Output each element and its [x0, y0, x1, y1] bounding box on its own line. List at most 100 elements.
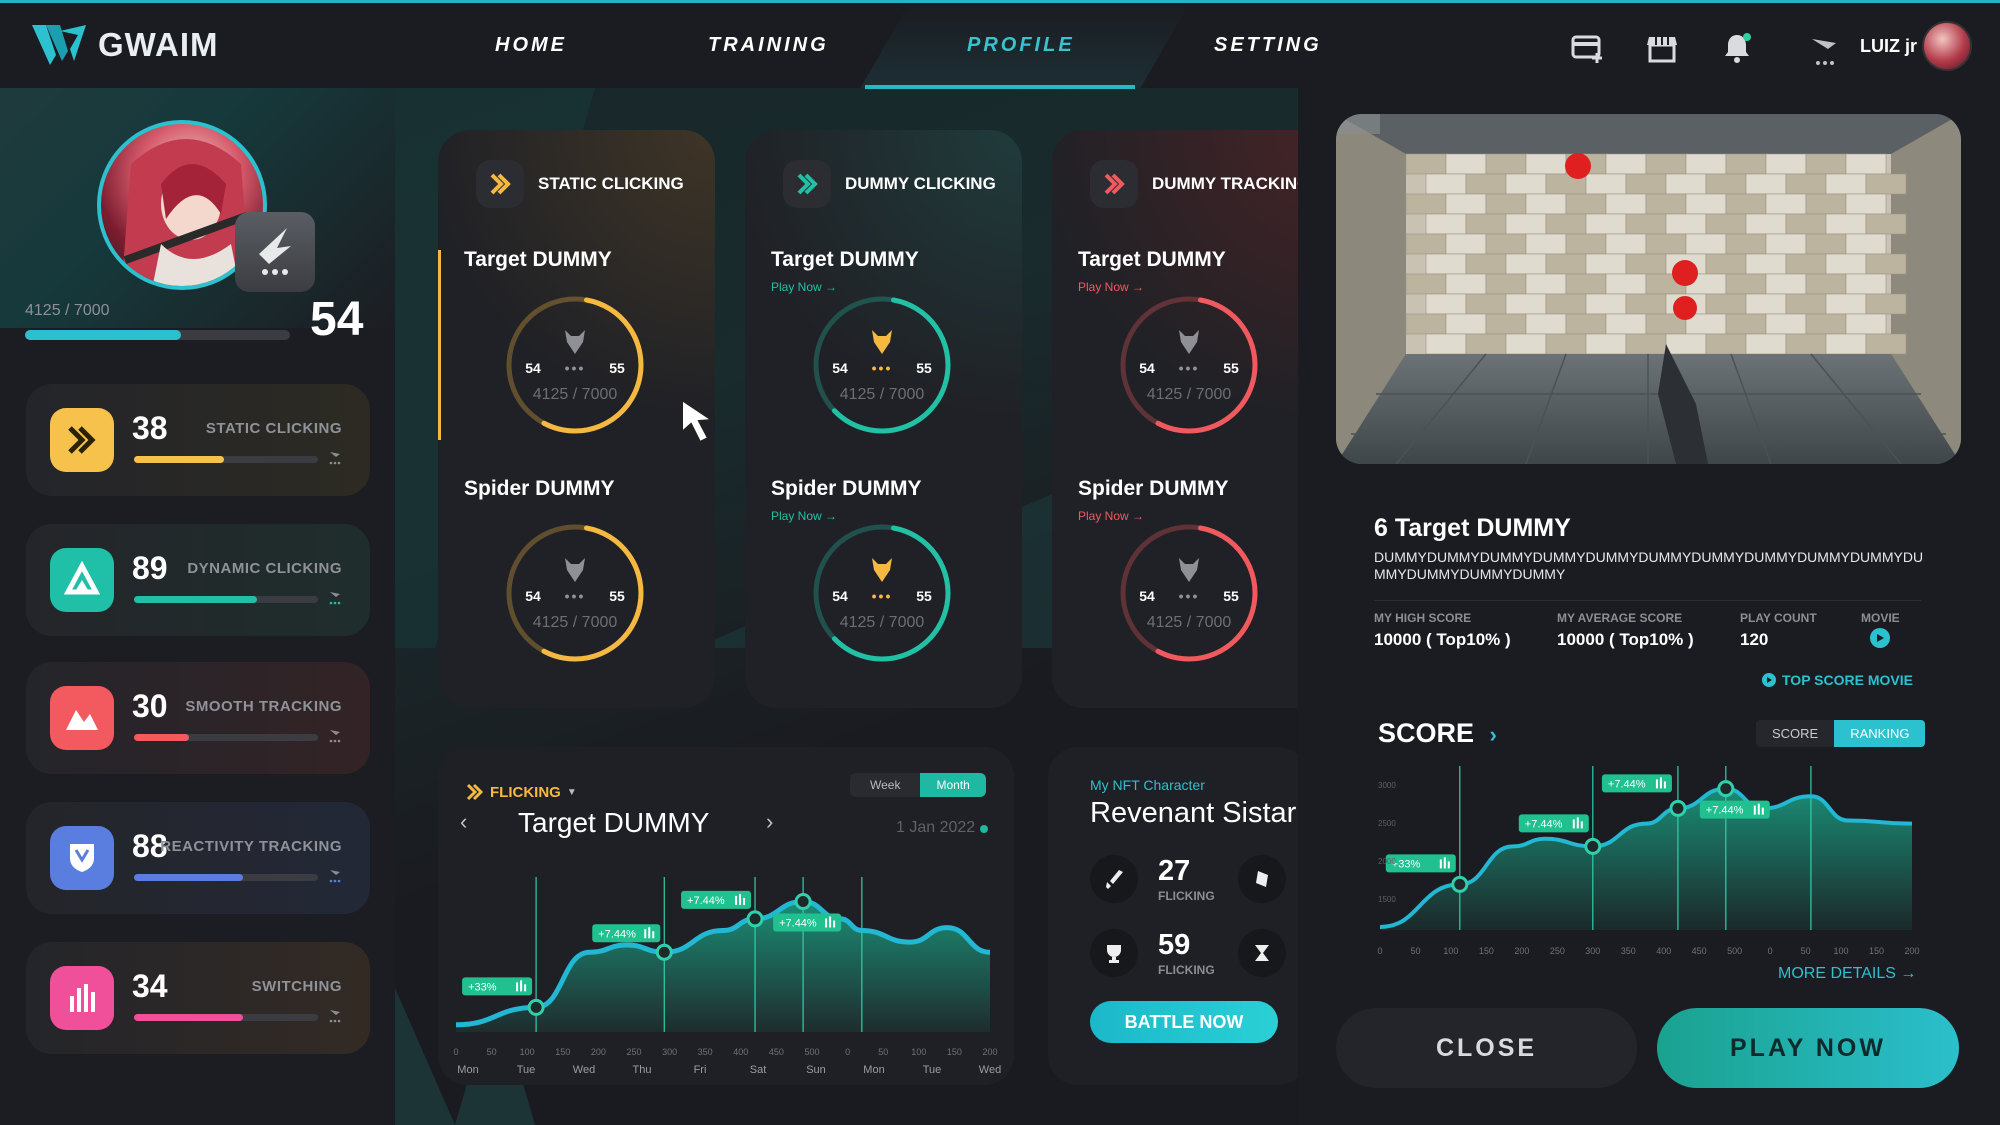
chart-marker[interactable] [527, 998, 545, 1016]
ring-level-left: 54 [832, 588, 848, 604]
wallet-add-icon[interactable] [1571, 31, 1605, 65]
nav-profile[interactable]: PROFILE [967, 3, 1075, 88]
x-tick-label: 100 [520, 1047, 535, 1057]
x-day-label: Fri [694, 1064, 707, 1076]
score-title: SCORE [1378, 718, 1475, 748]
skill-stat-card[interactable]: 89 DYNAMIC CLICKING [26, 524, 370, 636]
x-tick-label: 400 [733, 1047, 748, 1057]
toggle-score[interactable]: SCORE [1756, 720, 1834, 747]
card-header: DUMMY CLICKING [783, 160, 996, 208]
ring-dots: ••• [564, 360, 586, 376]
detail-description: DUMMYDUMMYDUMMYDUMMYDUMMYDUMMYDUMMYDUMMY… [1374, 549, 1924, 582]
chart-marker[interactable] [1451, 875, 1469, 893]
play-circle-icon [1762, 673, 1776, 687]
ring-dots: ••• [871, 360, 893, 376]
user-avatar[interactable] [1922, 21, 1972, 71]
bird-rank-icon [259, 228, 291, 275]
change-tag-label: +33% [1392, 858, 1421, 870]
x-tick-label: 250 [1550, 946, 1565, 956]
battle-now-button[interactable]: BATTLE NOW [1090, 1001, 1278, 1043]
play-now-button[interactable]: PLAY NOW [1657, 1008, 1959, 1088]
change-tag-label: +7.44% [779, 918, 817, 930]
ring-xp: 4125 / 7000 [1146, 386, 1232, 403]
training-card[interactable]: STATIC CLICKING Target DUMMY 54 ••• 55 4125… [438, 130, 715, 708]
category-dropdown[interactable]: FLICKING ▼ [466, 783, 577, 801]
skill-stat-card[interactable]: 30 SMOOTH TRACKING [26, 662, 370, 774]
metric-high-score-value: 10000 ( Top10% ) [1374, 630, 1511, 649]
nft-stat-1-label: FLICKING [1158, 889, 1215, 903]
bell-icon[interactable] [1720, 31, 1754, 65]
close-button[interactable]: CLOSE [1336, 1008, 1637, 1088]
game-preview[interactable] [1336, 114, 1961, 464]
store-icon[interactable] [1645, 31, 1679, 65]
chart-marker[interactable] [746, 910, 764, 928]
progress-ring: 54 ••• 55 4125 / 7000 [807, 290, 957, 440]
rank-small-icon [329, 730, 341, 743]
prev-arrow-icon[interactable]: ‹ [460, 809, 467, 835]
ring-levels: 54 ••• 55 [1114, 360, 1264, 376]
nav-training[interactable]: TRAINING [708, 3, 829, 88]
play-movie-icon[interactable] [1870, 628, 1890, 648]
skill-stat-bar [134, 874, 318, 881]
trophy-icon [1090, 929, 1138, 977]
chevrons-icon [1090, 160, 1138, 208]
ring-level-right: 55 [609, 360, 625, 376]
target-name: Spider DUMMY [771, 477, 922, 500]
caret-down-icon: ▼ [566, 786, 577, 798]
x-day-label: Sat [750, 1064, 767, 1076]
x-tick-label: 100 [1834, 946, 1849, 956]
progress-ring: 54 ••• 55 4125 / 7000 [500, 290, 650, 440]
ring-level-right: 55 [916, 588, 932, 604]
skill-stat-card[interactable]: 38 STATIC CLICKING [26, 384, 370, 496]
chart-marker[interactable] [1717, 780, 1735, 798]
top-bar: GWAIM HOME TRAINING PROFILE SETTING LUIZ… [0, 0, 2000, 89]
skill-stat-value: 30 [132, 688, 168, 724]
app-root: GWAIM HOME TRAINING PROFILE SETTING LUIZ… [0, 0, 2000, 1125]
ring-xp: 4125 / 7000 [839, 614, 925, 631]
x-tick-label: 200 [1514, 946, 1529, 956]
chevrons-icon [466, 783, 484, 801]
chart-marker[interactable] [1584, 837, 1602, 855]
x-tick-label: 50 [487, 1047, 497, 1057]
ring-level-right: 55 [1223, 588, 1239, 604]
score-heading[interactable]: SCORE › [1378, 718, 1497, 749]
ring-dots: ••• [1178, 360, 1200, 376]
chart-marker[interactable] [655, 943, 673, 961]
ring-dots: ••• [564, 588, 586, 604]
nav-active-underline [865, 85, 1135, 89]
x-tick-label: 150 [1869, 946, 1884, 956]
x-tick-label: 0 [1377, 946, 1382, 956]
toggle-week[interactable]: Week [850, 773, 920, 797]
top-score-movie-link[interactable]: TOP SCORE MOVIE [1762, 672, 1913, 688]
skill-stat-card[interactable]: 34 SWITCHING [26, 942, 370, 1054]
rank-small-icon [329, 452, 341, 465]
x-tick-label: 350 [1621, 946, 1636, 956]
toggle-ranking[interactable]: RANKING [1834, 720, 1926, 747]
x-tick-label: 450 [1692, 946, 1707, 956]
toggle-month[interactable]: Month [920, 773, 986, 797]
wolf-icon [565, 558, 585, 582]
skill-stat-card[interactable]: 88 REACTIVITY TRACKING [26, 802, 370, 914]
nav-setting[interactable]: SETTING [1214, 3, 1322, 88]
next-arrow-icon[interactable]: › [766, 809, 773, 835]
x-tick-label: 300 [1585, 946, 1600, 956]
chart-marker[interactable] [794, 893, 812, 910]
nav-home[interactable]: HOME [495, 3, 567, 88]
detail-title: 6 Target DUMMY [1374, 514, 1571, 542]
ring-level-left: 54 [832, 360, 848, 376]
divider [1374, 600, 1921, 601]
rank-small-icon [329, 1010, 341, 1023]
training-card[interactable]: DUMMY TRACKING Target DUMMY Play Now → 54 •… [1052, 130, 1329, 708]
more-details-link[interactable]: MORE DETAILS → [1778, 965, 1916, 983]
metric-play-count-label: PLAY COUNT [1740, 611, 1817, 625]
ring-level-left: 54 [525, 360, 541, 376]
wolf-icon [872, 558, 892, 582]
progress-ring: 54 ••• 55 4125 / 7000 [500, 518, 650, 668]
logo[interactable]: GWAIM [30, 21, 218, 69]
training-card[interactable]: DUMMY CLICKING Target DUMMY Play Now → 54 •… [745, 130, 1022, 708]
rank-icon[interactable] [1808, 35, 1842, 69]
chart-marker[interactable] [1669, 799, 1687, 817]
user-name[interactable]: LUIZ jr [1860, 36, 1917, 57]
x-tick-label: 0 [1768, 946, 1773, 956]
ring-level-left: 54 [525, 588, 541, 604]
